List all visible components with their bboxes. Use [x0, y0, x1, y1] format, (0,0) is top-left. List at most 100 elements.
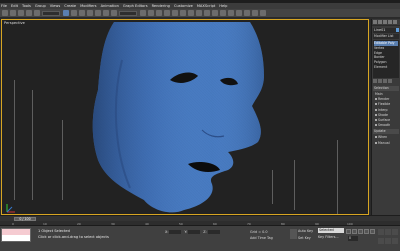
remove-modifier-icon[interactable]: [388, 79, 392, 83]
row-label: Shade: [378, 112, 388, 117]
perspective-viewport[interactable]: Perspective: [1, 19, 369, 215]
layer-icon[interactable]: [212, 10, 218, 16]
update-rollout-header[interactable]: Update: [373, 129, 399, 135]
row-checkbox[interactable]: [375, 103, 377, 106]
snap-icon[interactable]: [156, 10, 162, 16]
row-label: Flexible: [378, 102, 391, 107]
rotate-icon[interactable]: [103, 10, 109, 16]
orbit-icon[interactable]: [392, 238, 398, 244]
material-editor-icon[interactable]: [236, 10, 242, 16]
manipulate-icon[interactable]: [148, 10, 154, 16]
menu-file[interactable]: File: [1, 4, 7, 8]
grid-spacing: Grid = 0.0: [250, 230, 268, 234]
row-label: When: [378, 135, 388, 140]
selection-region-icon[interactable]: [79, 10, 85, 16]
object-color-swatch[interactable]: [396, 28, 399, 32]
menu-rendering[interactable]: Rendering: [152, 4, 170, 8]
set-key-button[interactable]: Set Key: [298, 236, 311, 240]
row-radio[interactable]: [375, 141, 377, 144]
zoom-extents-icon[interactable]: [392, 229, 398, 235]
modifier-list-dropdown[interactable]: Modifier List: [373, 34, 399, 39]
add-time-tag-button[interactable]: Add Time Tag: [250, 236, 273, 240]
curve-editor-icon[interactable]: [220, 10, 226, 16]
auto-key-button[interactable]: Auto Key: [298, 229, 313, 233]
selection-status: 1 Object Selected: [38, 229, 70, 233]
next-frame-icon[interactable]: [364, 229, 369, 234]
pan-view-icon[interactable]: [385, 238, 391, 244]
rollout-header[interactable]: Selection: [373, 86, 399, 91]
row-label: Surface: [378, 118, 391, 123]
go-to-start-icon[interactable]: [346, 229, 351, 234]
menu-maxscript[interactable]: MAXScript: [197, 4, 215, 8]
move-icon[interactable]: [95, 10, 101, 16]
face-mesh[interactable]: [2, 20, 369, 215]
make-unique-icon[interactable]: [383, 79, 387, 83]
x-label: X:: [165, 230, 169, 234]
x-coordinate-field[interactable]: [169, 230, 182, 234]
key-selection-dropdown[interactable]: Selected: [318, 228, 344, 233]
zoom-all-icon[interactable]: [385, 229, 391, 235]
menu-help[interactable]: Help: [219, 4, 227, 8]
row-checkbox[interactable]: [375, 124, 377, 127]
create-tab-icon[interactable]: [373, 20, 377, 24]
rollout-row[interactable]: Manual: [372, 141, 400, 146]
named-selection-icon[interactable]: [188, 10, 194, 16]
pivot-icon[interactable]: [140, 10, 146, 16]
menu-graph-editors[interactable]: Graph Editors: [123, 4, 148, 8]
row-checkbox[interactable]: [375, 113, 377, 116]
render-frame-icon[interactable]: [252, 10, 258, 16]
window-crossing-icon[interactable]: [87, 10, 93, 16]
show-end-result-icon[interactable]: [378, 79, 382, 83]
undo-icon[interactable]: [2, 10, 8, 16]
link-icon[interactable]: [18, 10, 24, 16]
unlink-icon[interactable]: [26, 10, 32, 16]
menu-views[interactable]: Views: [50, 4, 60, 8]
maxscript-listener[interactable]: [1, 228, 31, 242]
modify-tab-icon[interactable]: [378, 20, 382, 24]
row-checkbox[interactable]: [375, 119, 377, 122]
reference-coordinate-dropdown[interactable]: [119, 10, 137, 16]
play-icon[interactable]: [358, 229, 363, 234]
angle-snap-icon[interactable]: [164, 10, 170, 16]
menu-customize[interactable]: Customize: [174, 4, 193, 8]
selection-filter-dropdown[interactable]: [42, 10, 60, 16]
row-checkbox[interactable]: [375, 98, 377, 101]
hierarchy-tab-icon[interactable]: [383, 20, 387, 24]
bind-icon[interactable]: [34, 10, 40, 16]
menu-modifiers[interactable]: Modifiers: [80, 4, 96, 8]
y-coordinate-field[interactable]: [188, 230, 201, 234]
align-icon[interactable]: [204, 10, 210, 16]
current-frame-field[interactable]: 0: [348, 236, 358, 241]
key-filters-button[interactable]: Key Filters...: [318, 235, 339, 239]
menu-edit[interactable]: Edit: [11, 4, 18, 8]
select-by-name-icon[interactable]: [71, 10, 77, 16]
menu-group[interactable]: Group: [35, 4, 46, 8]
maxscript-mini-listener-output[interactable]: [2, 229, 30, 235]
menu-animation[interactable]: Animation: [101, 4, 119, 8]
schematic-icon[interactable]: [228, 10, 234, 16]
zoom-icon[interactable]: [378, 229, 384, 235]
display-tab-icon[interactable]: [393, 20, 397, 24]
pin-stack-icon[interactable]: [373, 79, 377, 83]
render-setup-icon[interactable]: [244, 10, 250, 16]
percent-snap-icon[interactable]: [172, 10, 178, 16]
key-icon[interactable]: [290, 229, 297, 239]
row-checkbox[interactable]: [375, 108, 377, 111]
select-object-icon[interactable]: [63, 10, 69, 16]
motion-tab-icon[interactable]: [388, 20, 392, 24]
field-of-view-icon[interactable]: [378, 238, 384, 244]
spinner-snap-icon[interactable]: [180, 10, 186, 16]
mirror-icon[interactable]: [196, 10, 202, 16]
menu-create[interactable]: Create: [64, 4, 76, 8]
scale-icon[interactable]: [111, 10, 117, 16]
previous-frame-icon[interactable]: [352, 229, 357, 234]
z-coordinate-field[interactable]: [207, 230, 220, 234]
menu-tools[interactable]: Tools: [22, 4, 31, 8]
command-panel: Line01 Modifier List Editable Poly Verte…: [371, 19, 400, 215]
row-radio[interactable]: [375, 136, 377, 139]
redo-icon[interactable]: [10, 10, 16, 16]
quick-render-icon[interactable]: [260, 10, 266, 16]
stack-item-element[interactable]: Element: [374, 65, 398, 70]
go-to-end-icon[interactable]: [370, 229, 375, 234]
rollout-row[interactable]: Smooth: [372, 123, 400, 128]
